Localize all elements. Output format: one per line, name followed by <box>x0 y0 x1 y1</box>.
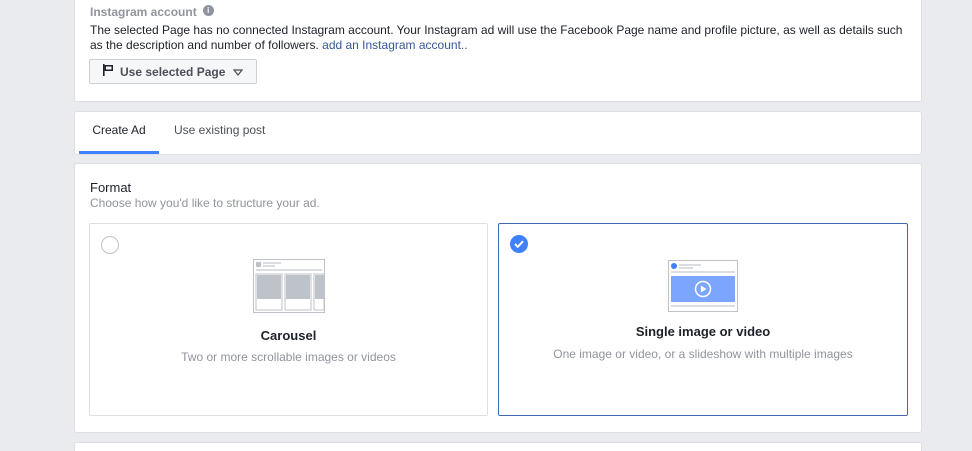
instagram-account-header: Instagram account i <box>90 5 214 19</box>
checkmark-icon <box>514 240 524 248</box>
carousel-option-description: Two or more scrollable images or videos <box>181 350 396 364</box>
format-title: Format <box>90 180 132 195</box>
chevron-down-icon <box>233 65 244 79</box>
single-image-option-description: One image or video, or a slideshow with … <box>553 347 853 361</box>
format-subtitle: Choose how you'd like to structure your … <box>90 196 320 210</box>
tabs-divider <box>79 154 917 155</box>
single-image-or-video-option[interactable]: Single image or video One image or video… <box>498 223 908 416</box>
dropdown-label: Use selected Page <box>120 64 226 79</box>
single-image-video-illustration-icon <box>668 260 738 317</box>
flag-icon <box>103 64 114 79</box>
single-image-option-name: Single image or video <box>635 324 771 339</box>
tab-create-ad[interactable]: Create Ad <box>79 112 159 154</box>
ad-mode-tabs: Create Ad Use existing post <box>74 111 922 155</box>
tab-create-ad-label: Create Ad <box>92 123 146 137</box>
carousel-illustration-icon <box>253 259 325 318</box>
use-selected-page-dropdown[interactable]: Use selected Page <box>89 59 257 84</box>
carousel-option-name: Carousel <box>260 328 317 343</box>
instagram-account-title: Instagram account <box>90 5 197 19</box>
tab-use-existing-post-label: Use existing post <box>174 123 266 137</box>
next-section <box>74 442 922 451</box>
carousel-radio[interactable] <box>101 236 119 254</box>
instagram-account-description: The selected Page has no connected Insta… <box>90 23 910 53</box>
format-section: Format Choose how you'd like to structur… <box>74 163 922 433</box>
instagram-account-section: Instagram account i The selected Page ha… <box>74 0 922 102</box>
single-image-radio-checked[interactable] <box>510 235 528 253</box>
carousel-option[interactable]: Carousel Two or more scrollable images o… <box>89 223 488 416</box>
instagram-description-text: The selected Page has no connected Insta… <box>90 23 903 52</box>
tab-use-existing-post[interactable]: Use existing post <box>174 112 265 154</box>
info-icon[interactable]: i <box>202 5 214 16</box>
add-instagram-account-link[interactable]: add an Instagram account.. <box>322 38 467 52</box>
